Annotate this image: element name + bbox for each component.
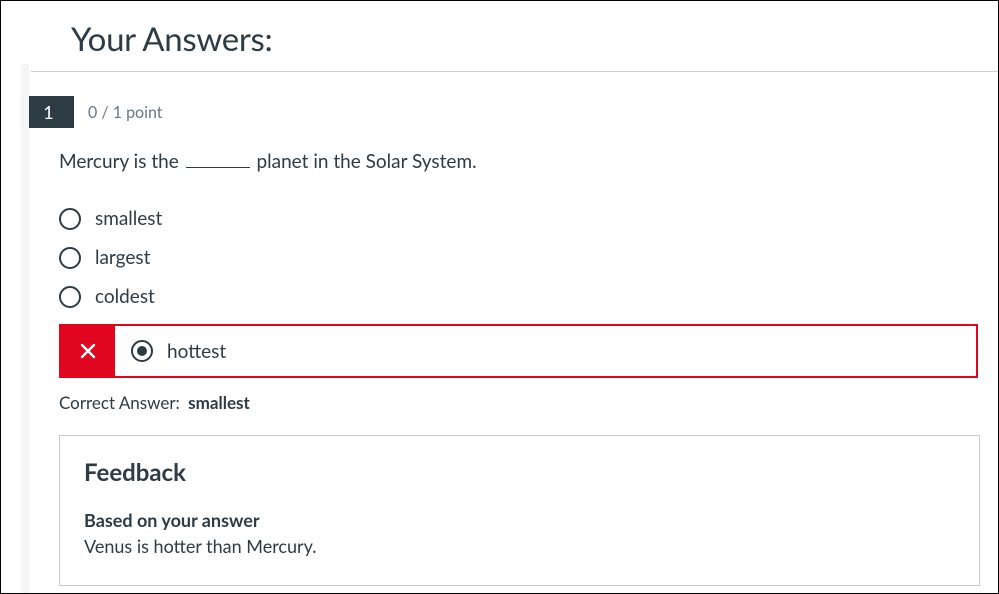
- radio-unchecked-icon: [59, 247, 81, 269]
- choice-option-selected-incorrect[interactable]: hottest: [59, 324, 978, 378]
- divider: [31, 71, 998, 72]
- header: Your Answers:: [31, 1, 998, 71]
- close-icon: [80, 343, 96, 359]
- fill-blank: [186, 158, 250, 168]
- choice-label: largest: [95, 246, 150, 269]
- choice-option[interactable]: coldest: [59, 285, 980, 308]
- answer-choices: smallest largest coldest hottest: [59, 207, 980, 378]
- choice-label: coldest: [95, 285, 155, 308]
- quiz-answers-page: Your Answers: 1 0 / 1 point Mercury is t…: [1, 1, 998, 593]
- feedback-subheading: Based on your answer: [84, 509, 955, 531]
- choice-option[interactable]: smallest: [59, 207, 980, 230]
- question-points: 0 / 1 point: [88, 103, 163, 122]
- question-number-badge: 1: [23, 96, 74, 128]
- question-header: 1 0 / 1 point: [31, 96, 998, 128]
- choice-label: smallest: [95, 207, 162, 230]
- page-title: Your Answers:: [71, 19, 998, 59]
- feedback-box: Feedback Based on your answer Venus is h…: [59, 435, 980, 586]
- radio-unchecked-icon: [59, 208, 81, 230]
- stem-before: Mercury is the: [59, 150, 184, 173]
- question-stem: Mercury is the planet in the Solar Syste…: [59, 150, 980, 173]
- correct-answer-label: Correct Answer:: [59, 392, 180, 413]
- choice-inner: hottest: [115, 326, 226, 376]
- correct-answer-line: Correct Answer: smallest: [59, 392, 980, 413]
- left-rail: [21, 64, 29, 593]
- choice-option[interactable]: largest: [59, 246, 980, 269]
- stem-after: planet in the Solar System.: [252, 150, 477, 173]
- feedback-body: Venus is hotter than Mercury.: [84, 535, 955, 557]
- feedback-heading: Feedback: [84, 458, 955, 487]
- radio-checked-icon: [131, 340, 153, 362]
- radio-unchecked-icon: [59, 286, 81, 308]
- question-body: Mercury is the planet in the Solar Syste…: [59, 150, 980, 586]
- choice-label: hottest: [167, 340, 226, 363]
- incorrect-flag: [61, 326, 115, 376]
- correct-answer-value: smallest: [188, 392, 250, 413]
